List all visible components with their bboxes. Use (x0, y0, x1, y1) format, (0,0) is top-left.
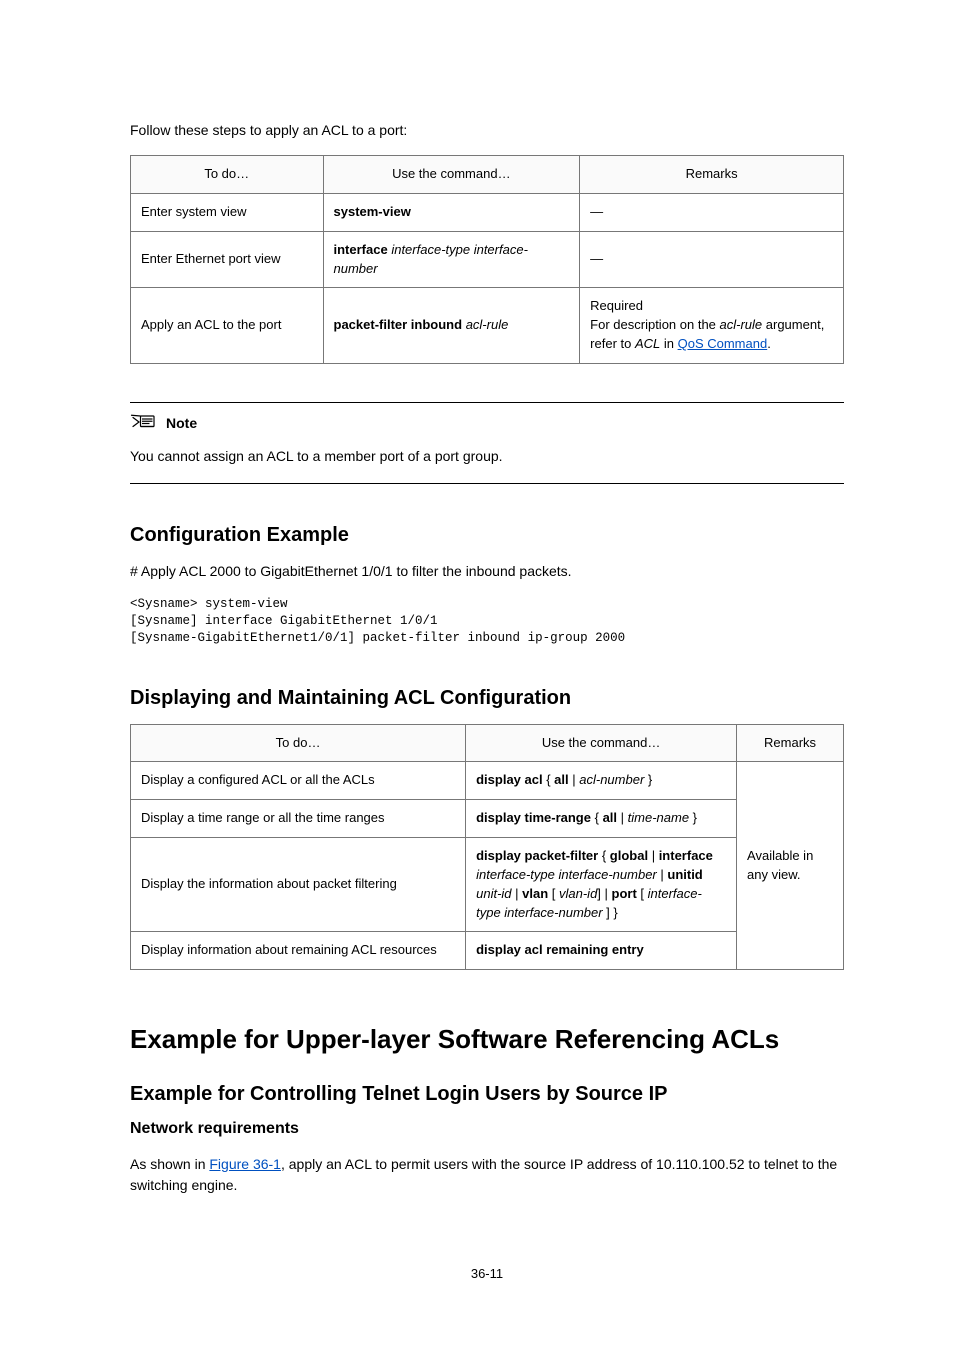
table-row: Apply an ACL to the port packet-filter i… (131, 288, 844, 364)
note-label: Note (166, 415, 197, 431)
ops-cmd: display time-range { all | time-name } (466, 800, 737, 838)
note-icon (130, 411, 160, 436)
figure-link[interactable]: Figure 36-1 (209, 1156, 281, 1172)
display-heading: Displaying and Maintaining ACL Configura… (130, 687, 844, 710)
steps-header-0: To do… (131, 156, 324, 194)
network-requirements-heading: Network requirements (130, 1120, 844, 1138)
ops-todo: Display a time range or all the time ran… (131, 800, 466, 838)
table-row: Enter system view system-view — (131, 193, 844, 231)
examples-chapter-heading: Example for Upper-layer Software Referen… (130, 1024, 844, 1055)
intro-text: Follow these steps to apply an ACL to a … (130, 120, 844, 141)
qos-cmd-link[interactable]: QoS Command (678, 336, 768, 351)
ops-todo: Display information about remaining ACL … (131, 932, 466, 970)
ops-todo: Display the information about packet fil… (131, 838, 466, 932)
example-heading: Configuration Example (130, 524, 844, 547)
console-output: <Sysname> system-view [Sysname] interfac… (130, 596, 844, 647)
steps-todo: Apply an ACL to the port (131, 288, 324, 364)
steps-table: To do… Use the command… Remarks Enter sy… (130, 155, 844, 364)
table-row: Enter Ethernet port view interface inter… (131, 231, 844, 288)
ops-header-0: To do… (131, 724, 466, 762)
steps-remark: — (580, 231, 844, 288)
note-body: You cannot assign an ACL to a member por… (130, 446, 844, 467)
steps-remark: RequiredFor description on the acl-rule … (580, 288, 844, 364)
steps-todo: Enter system view (131, 193, 324, 231)
steps-cmd: system-view (323, 193, 580, 231)
page-number: 36-11 (130, 1266, 844, 1281)
examples-sub-heading: Example for Controlling Telnet Login Use… (130, 1083, 844, 1106)
steps-header-2: Remarks (580, 156, 844, 194)
ops-cmd: display acl remaining entry (466, 932, 737, 970)
steps-remark: — (580, 193, 844, 231)
ops-header-1: Use the command… (466, 724, 737, 762)
nr-text-pre: As shown in (130, 1156, 209, 1172)
ops-todo: Display a configured ACL or all the ACLs (131, 762, 466, 800)
steps-cmd: packet-filter inbound acl-rule (323, 288, 580, 364)
ops-remark: Available in any view. (737, 762, 844, 970)
steps-cmd: interface interface-type interface-numbe… (323, 231, 580, 288)
table-row: Display a configured ACL or all the ACLs… (131, 762, 844, 800)
ops-header-2: Remarks (737, 724, 844, 762)
ops-cmd: display acl { all | acl-number } (466, 762, 737, 800)
network-requirements-text: As shown in Figure 36-1, apply an ACL to… (130, 1154, 844, 1196)
steps-todo: Enter Ethernet port view (131, 231, 324, 288)
note-block: Note You cannot assign an ACL to a membe… (130, 402, 844, 484)
steps-header-1: Use the command… (323, 156, 580, 194)
ops-cmd: display packet-filter { global | interfa… (466, 838, 737, 932)
example-text: # Apply ACL 2000 to GigabitEthernet 1/0/… (130, 561, 844, 582)
display-table: To do… Use the command… Remarks Display … (130, 724, 844, 971)
